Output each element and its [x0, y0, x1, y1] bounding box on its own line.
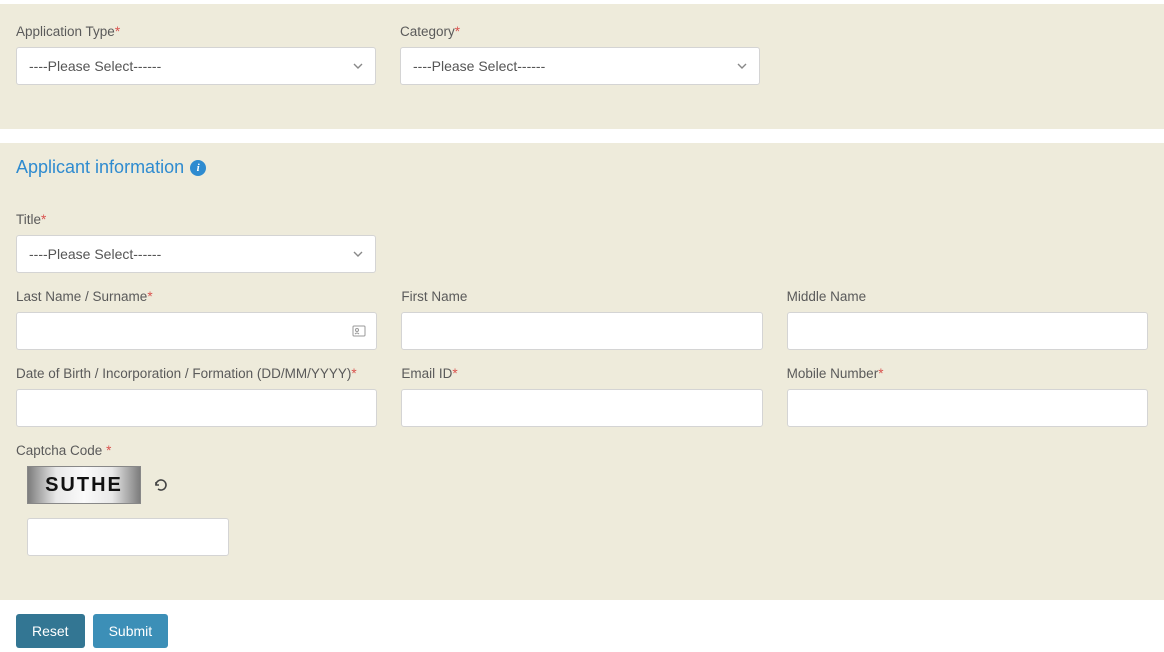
submit-button[interactable]: Submit [93, 614, 169, 648]
dob-label: Date of Birth / Incorporation / Formatio… [16, 366, 377, 381]
mobile-group: Mobile Number* [787, 366, 1148, 427]
email-input[interactable] [401, 389, 762, 427]
middlename-input[interactable] [787, 312, 1148, 350]
application-type-label: Application Type* [16, 24, 376, 39]
chevron-down-icon [737, 61, 747, 71]
contact-card-icon [351, 323, 367, 339]
required-marker: * [147, 289, 152, 304]
lastname-input[interactable] [16, 312, 377, 350]
category-group: Category* ----Please Select------ [400, 24, 760, 85]
form-actions: Reset Submit [0, 614, 1164, 652]
title-value: ----Please Select------ [29, 246, 161, 262]
application-type-section: Application Type* ----Please Select-----… [0, 4, 1164, 129]
refresh-icon[interactable] [153, 477, 169, 493]
required-marker: * [455, 24, 460, 39]
chevron-down-icon [353, 61, 363, 71]
captcha-group: Captcha Code * SUTHE [16, 443, 416, 556]
middlename-group: Middle Name [787, 289, 1148, 350]
dob-input[interactable] [16, 389, 377, 427]
middlename-label: Middle Name [787, 289, 1148, 304]
category-select[interactable]: ----Please Select------ [400, 47, 760, 85]
applicant-info-section: Title* ----Please Select------ Last Name… [0, 192, 1164, 600]
reset-button[interactable]: Reset [16, 614, 85, 648]
category-label: Category* [400, 24, 760, 39]
required-marker: * [106, 443, 111, 458]
firstname-input[interactable] [401, 312, 762, 350]
captcha-input[interactable] [27, 518, 229, 556]
mobile-input[interactable] [787, 389, 1148, 427]
captcha-label: Captcha Code * [16, 443, 416, 458]
required-marker: * [878, 366, 883, 381]
firstname-group: First Name [401, 289, 762, 350]
mobile-label: Mobile Number* [787, 366, 1148, 381]
applicant-info-header: Applicant information i [0, 143, 1164, 192]
chevron-down-icon [353, 249, 363, 259]
title-select[interactable]: ----Please Select------ [16, 235, 376, 273]
email-label: Email ID* [401, 366, 762, 381]
lastname-label: Last Name / Surname* [16, 289, 377, 304]
firstname-label: First Name [401, 289, 762, 304]
application-type-group: Application Type* ----Please Select-----… [16, 24, 376, 85]
application-type-select[interactable]: ----Please Select------ [16, 47, 376, 85]
section-title-text: Applicant information [16, 157, 184, 178]
title-label: Title* [16, 212, 376, 227]
lastname-group: Last Name / Surname* [16, 289, 377, 350]
required-marker: * [452, 366, 457, 381]
email-group: Email ID* [401, 366, 762, 427]
required-marker: * [115, 24, 120, 39]
required-marker: * [351, 366, 356, 381]
title-group: Title* ----Please Select------ [16, 212, 376, 273]
dob-group: Date of Birth / Incorporation / Formatio… [16, 366, 377, 427]
captcha-image: SUTHE [27, 466, 141, 504]
required-marker: * [41, 212, 46, 227]
application-type-value: ----Please Select------ [29, 58, 161, 74]
info-icon[interactable]: i [190, 160, 206, 176]
category-value: ----Please Select------ [413, 58, 545, 74]
